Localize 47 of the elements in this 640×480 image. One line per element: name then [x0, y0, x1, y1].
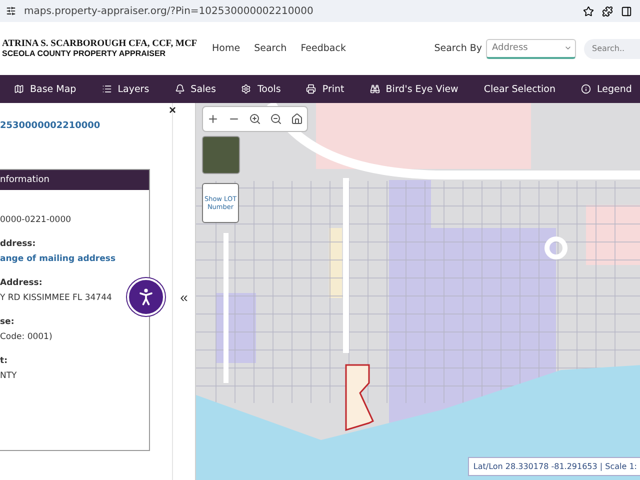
nav-link[interactable]: Home [212, 43, 240, 54]
field-value: Code: 0001) [0, 332, 54, 342]
toolbar-button[interactable]: Layers [102, 84, 150, 94]
extensions-icon[interactable] [602, 6, 613, 16]
nav-link[interactable]: Feedback [300, 43, 346, 54]
zoom-box-out-icon[interactable] [270, 113, 282, 125]
sidebar-icon[interactable] [621, 6, 632, 16]
field-label: Address: [0, 278, 44, 288]
map-icon [14, 84, 24, 94]
field-value: 0000-0221-0000 [0, 215, 72, 225]
close-button[interactable]: × [169, 103, 176, 117]
zoom-box-in-icon[interactable] [248, 113, 261, 125]
bell-icon [174, 84, 185, 94]
toolbar-button[interactable]: Legend [581, 84, 632, 94]
parcel-number: 2530000002210000 [0, 121, 102, 131]
mailing-address-link[interactable]: ange of mailing address [0, 254, 149, 264]
accessibility-button[interactable] [127, 278, 165, 316]
toolbar-button[interactable]: Base Map [14, 84, 76, 94]
info-icon [581, 84, 592, 94]
toolbar-button[interactable]: Clear Selection [484, 84, 556, 94]
chevron-down-icon [564, 44, 572, 52]
search-field[interactable]: Search.. [584, 38, 640, 58]
gear-icon [241, 84, 252, 94]
binoculars-icon [370, 84, 380, 94]
site-settings-icon[interactable] [6, 6, 16, 16]
toolbar-button[interactable]: Bird's Eye View [370, 84, 458, 94]
toolbar-button[interactable]: Print [306, 84, 344, 94]
field-value: NTY [0, 371, 18, 381]
field-label: t: [0, 356, 8, 366]
toolbar-button[interactable]: Tools [241, 84, 281, 94]
field-value: Y RD KISSIMMEE FL 34744 [0, 293, 113, 303]
appraiser-name: ATRINA S. SCARBOROUGH CFA, CCF, MCF [2, 39, 198, 49]
home-icon[interactable] [290, 113, 303, 125]
field-label: se: [0, 317, 16, 327]
zoom-in-icon[interactable] [207, 113, 220, 125]
card-title: nformation [0, 175, 50, 185]
printer-icon [306, 84, 316, 94]
nav-link[interactable]: Search [254, 43, 287, 54]
search-by-select[interactable]: Address [486, 38, 576, 58]
search-by-label: Search By [434, 43, 482, 54]
field-label: ddress: [0, 239, 37, 249]
coordinates-readout: Lat/Lon 28.330178 -81.291653 | Scale 1: [468, 457, 640, 476]
star-icon[interactable] [583, 6, 594, 16]
collapse-button[interactable]: « [180, 289, 188, 305]
aerial-thumbnail-placeholder[interactable] [202, 136, 240, 174]
office-name: SCEOLA COUNTY PROPERTY APPRAISER [2, 49, 167, 58]
toolbar-button[interactable]: Sales [174, 84, 216, 94]
